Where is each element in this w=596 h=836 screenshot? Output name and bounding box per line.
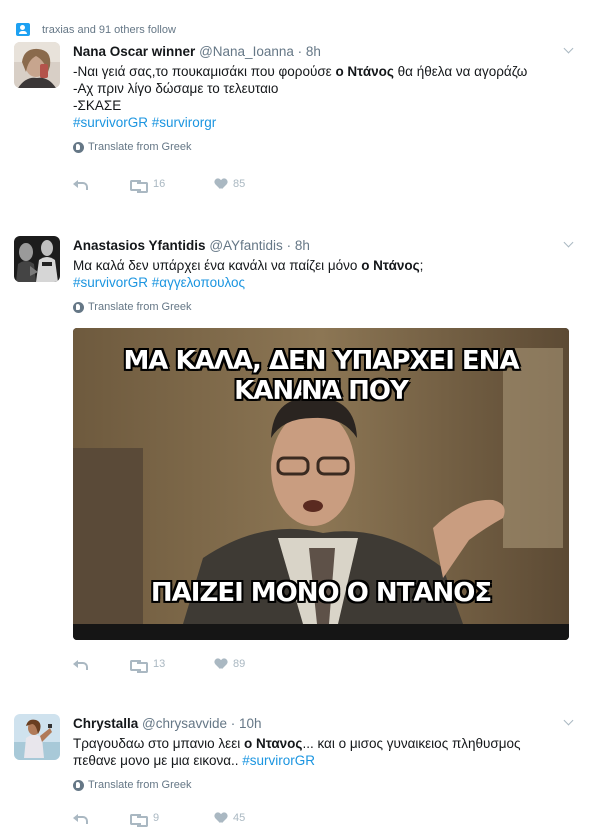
tweet-time[interactable]: · 8h — [287, 238, 310, 253]
tweet-header: Anastasios Yfantidis @AYfantidis · 8h — [73, 237, 566, 254]
reply-button[interactable] — [73, 179, 129, 190]
avatar[interactable] — [14, 236, 60, 282]
translate-link[interactable]: Translate from Greek — [73, 778, 566, 792]
retweet-icon — [129, 179, 148, 193]
reply-button[interactable] — [73, 813, 129, 824]
retweet-count: 9 — [153, 812, 160, 824]
heart-icon — [215, 659, 227, 670]
chevron-down-icon[interactable] — [564, 717, 574, 727]
author-handle[interactable]: @Nana_Ioanna — [199, 44, 294, 59]
tweet-header: Nana Oscar winner @Nana_Ioanna · 8h — [73, 43, 566, 60]
tweet-time[interactable]: · 8h — [298, 44, 321, 59]
reply-icon — [73, 179, 88, 190]
translate-label: Translate from Greek — [88, 141, 192, 153]
translate-link[interactable]: Translate from Greek — [73, 140, 566, 154]
heart-icon — [215, 179, 227, 190]
tweet-actions: 9 45 — [73, 812, 245, 827]
author-handle[interactable]: @AYfantidis — [209, 238, 283, 253]
tweet-time[interactable]: · 10h — [231, 716, 262, 731]
tweet-text-line: -ΣΚΑΣΕ — [73, 98, 122, 113]
tweet-actions: 16 85 — [73, 178, 245, 193]
like-button[interactable]: 85 — [215, 178, 245, 190]
retweet-button[interactable]: 9 — [129, 812, 215, 827]
retweet-count: 13 — [153, 658, 166, 670]
reply-button[interactable] — [73, 659, 129, 670]
like-count: 85 — [233, 178, 246, 190]
author-name[interactable]: Nana Oscar winner — [73, 44, 195, 59]
tweet-text-line: Μα καλά δεν υπάρχει ένα κανάλι να παίζει… — [73, 258, 424, 273]
heart-icon — [215, 813, 227, 824]
tweet-text-line: Τραγουδαω στο μπανιο λεει ο Ντανος... κα… — [73, 736, 521, 751]
reply-icon — [73, 813, 88, 824]
translate-label: Translate from Greek — [88, 301, 192, 313]
like-count: 89 — [233, 658, 246, 670]
hashtag-link[interactable]: #survirorGR — [242, 753, 315, 768]
social-context-text: traxias and 91 others follow — [42, 24, 176, 36]
hashtag-link[interactable]: #survivorGR #survirorgr — [73, 114, 566, 131]
tweet-nana[interactable]: traxias and 91 others follow Nana Oscar … — [0, 0, 596, 200]
like-button[interactable]: 89 — [215, 658, 245, 670]
globe-icon — [73, 141, 84, 153]
avatar[interactable] — [14, 714, 60, 760]
follow-icon — [16, 23, 30, 36]
reply-icon — [73, 659, 88, 670]
chevron-down-icon[interactable] — [564, 239, 574, 249]
avatar[interactable] — [14, 42, 60, 88]
tweet-text-line: -Ναι γειά σας,το πουκαμισάκι που φορούσε… — [73, 64, 528, 79]
like-button[interactable]: 45 — [215, 812, 245, 824]
author-name[interactable]: Chrystalla — [73, 716, 138, 731]
retweet-count: 16 — [153, 178, 166, 190]
retweet-button[interactable]: 16 — [129, 178, 215, 193]
hashtag-link[interactable]: #survivorGR #αγγελοπουλος — [73, 274, 566, 291]
tweet-chrystalla[interactable]: Chrystalla @chrysavvide · 10h Τραγουδαω … — [0, 706, 596, 836]
retweet-icon — [129, 813, 148, 827]
retweet-icon — [129, 659, 148, 673]
tweet-header: Chrystalla @chrysavvide · 10h — [73, 715, 566, 732]
meme-top-text-2: ΝΑ — [301, 376, 342, 406]
author-name[interactable]: Anastasios Yfantidis — [73, 238, 206, 253]
retweet-button[interactable]: 13 — [129, 658, 215, 673]
tweet-text-line: πεθανε μονο με μια εικονα.. #survirorGR — [73, 753, 316, 768]
tweet-actions: 13 89 — [73, 658, 245, 673]
tweet-anastasios[interactable]: Anastasios Yfantidis @AYfantidis · 8h Μα… — [0, 228, 596, 680]
author-handle[interactable]: @chrysavvide — [142, 716, 227, 731]
tweet-text-line: -Αχ πριν λίγο δώσαμε το τελευταιο — [73, 81, 279, 96]
translate-link[interactable]: Translate from Greek — [73, 300, 566, 314]
meme-bottom-text: ΠΑΙΖΕΙ ΜΟΝΟ Ο ΝΤΑΝΟΣ — [150, 578, 492, 608]
social-context: traxias and 91 others follow — [16, 23, 176, 36]
globe-icon — [73, 301, 84, 313]
translate-label: Translate from Greek — [88, 779, 192, 791]
tweet-image[interactable]: ΜΑ ΚΑΛΑ, ΔΕΝ ΥΠΑΡΧΕΙ ΕΝΑ ΚΑΝΑΛΙ ΠΟΥ ΝΑ Π… — [73, 328, 569, 640]
like-count: 45 — [233, 812, 246, 824]
globe-icon — [73, 779, 84, 791]
chevron-down-icon[interactable] — [564, 45, 574, 55]
